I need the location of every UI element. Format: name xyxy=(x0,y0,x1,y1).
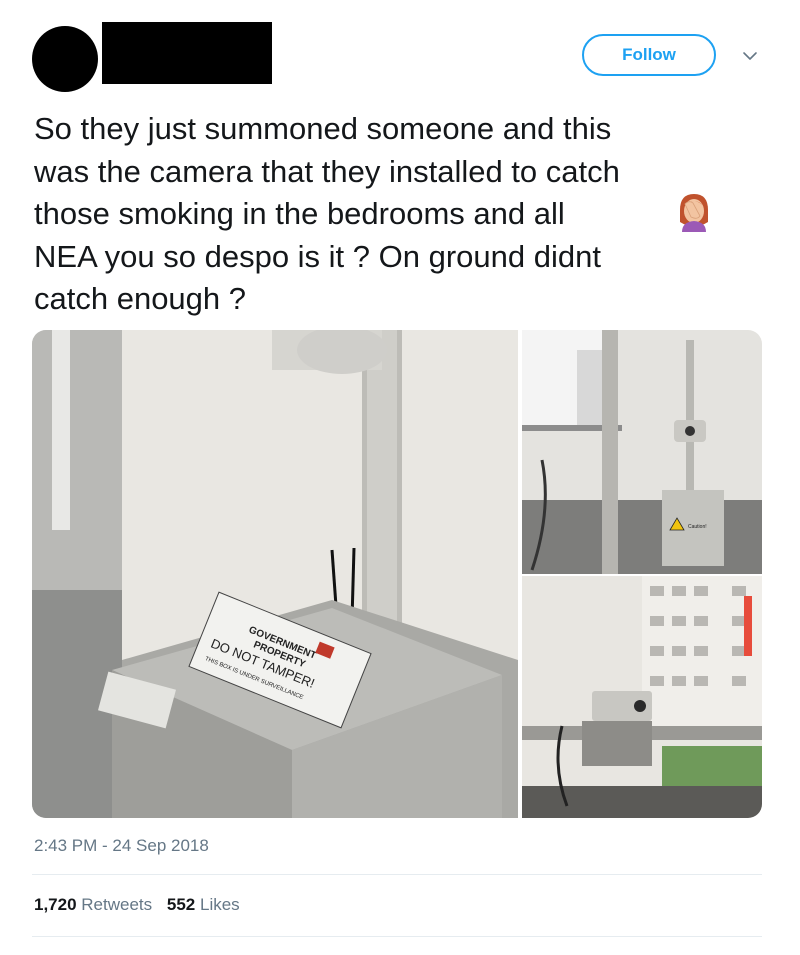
retweets-stat[interactable]: 1,720 Retweets xyxy=(34,895,152,914)
likes-label: Likes xyxy=(200,895,240,914)
photo-camera-ledge[interactable] xyxy=(522,576,762,818)
photo-camera-box[interactable]: GOVERNMENT PROPERTY DO NOT TAMPER! THIS … xyxy=(32,330,518,818)
facepalm-icon xyxy=(680,194,708,232)
photo-camera-pole[interactable]: Caution! xyxy=(522,330,762,574)
tweet-text: So they just summoned someone and this w… xyxy=(34,111,620,316)
retweets-label: Retweets xyxy=(81,895,153,914)
tweet-stats: 1,720 Retweets 552 Likes xyxy=(34,895,250,915)
likes-stat[interactable]: 552 Likes xyxy=(167,895,240,914)
media-grid[interactable]: GOVERNMENT PROPERTY DO NOT TAMPER! THIS … xyxy=(32,330,762,818)
follow-button[interactable]: Follow xyxy=(582,34,716,76)
divider xyxy=(32,936,762,937)
caution-label: Caution! xyxy=(688,524,707,530)
retweets-count: 1,720 xyxy=(34,895,77,914)
avatar[interactable] xyxy=(32,26,98,92)
chevron-down-icon[interactable] xyxy=(740,46,760,66)
divider xyxy=(32,874,762,875)
likes-count: 552 xyxy=(166,895,196,914)
tweet-timestamp[interactable]: 2:43 PM - 24 Sep 2018 xyxy=(34,836,209,856)
redacted-username xyxy=(102,22,272,84)
